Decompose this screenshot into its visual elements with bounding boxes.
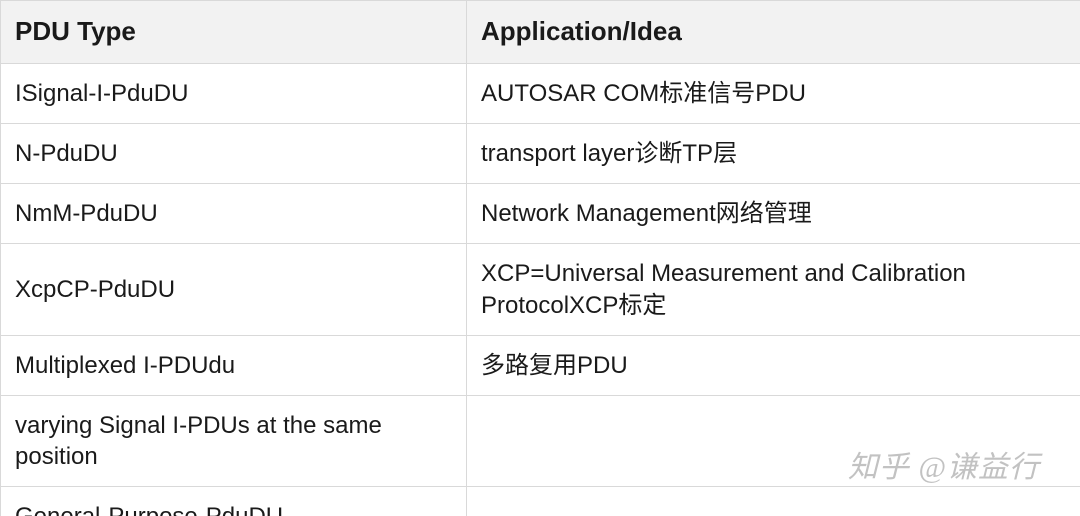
cell-pdu-type: Multiplexed I-PDUdu	[1, 335, 467, 395]
table-row: NmM-PduDU Network Management网络管理	[1, 184, 1080, 244]
table-row: XcpCP-PduDU XCP=Universal Measurement an…	[1, 244, 1080, 335]
cell-application: Network Management网络管理	[467, 184, 1080, 244]
table-row: varying Signal I-PDUs at the same positi…	[1, 395, 1080, 486]
cell-pdu-type: XcpCP-PduDU	[1, 244, 467, 335]
cell-application: transport layer诊断TP层	[467, 123, 1080, 183]
cell-pdu-type: ISignal-I-PduDU	[1, 63, 467, 123]
table-row: General-Purpose-PduDU —	[1, 487, 1080, 516]
header-pdu-type: PDU Type	[1, 1, 467, 64]
table-row: ISignal-I-PduDU AUTOSAR COM标准信号PDU	[1, 63, 1080, 123]
header-application: Application/Idea	[467, 1, 1080, 64]
cell-application	[467, 395, 1080, 486]
cell-application: 多路复用PDU	[467, 335, 1080, 395]
pdu-type-table: PDU Type Application/Idea ISignal-I-PduD…	[0, 0, 1080, 516]
cell-pdu-type: General-Purpose-PduDU	[1, 487, 467, 516]
cell-pdu-type: varying Signal I-PDUs at the same positi…	[1, 395, 467, 486]
table-row: Multiplexed I-PDUdu 多路复用PDU	[1, 335, 1080, 395]
cell-application: XCP=Universal Measurement and Calibratio…	[467, 244, 1080, 335]
cell-application: —	[467, 487, 1080, 516]
table-row: N-PduDU transport layer诊断TP层	[1, 123, 1080, 183]
cell-pdu-type: NmM-PduDU	[1, 184, 467, 244]
table-header-row: PDU Type Application/Idea	[1, 1, 1080, 64]
cell-pdu-type: N-PduDU	[1, 123, 467, 183]
cell-application: AUTOSAR COM标准信号PDU	[467, 63, 1080, 123]
